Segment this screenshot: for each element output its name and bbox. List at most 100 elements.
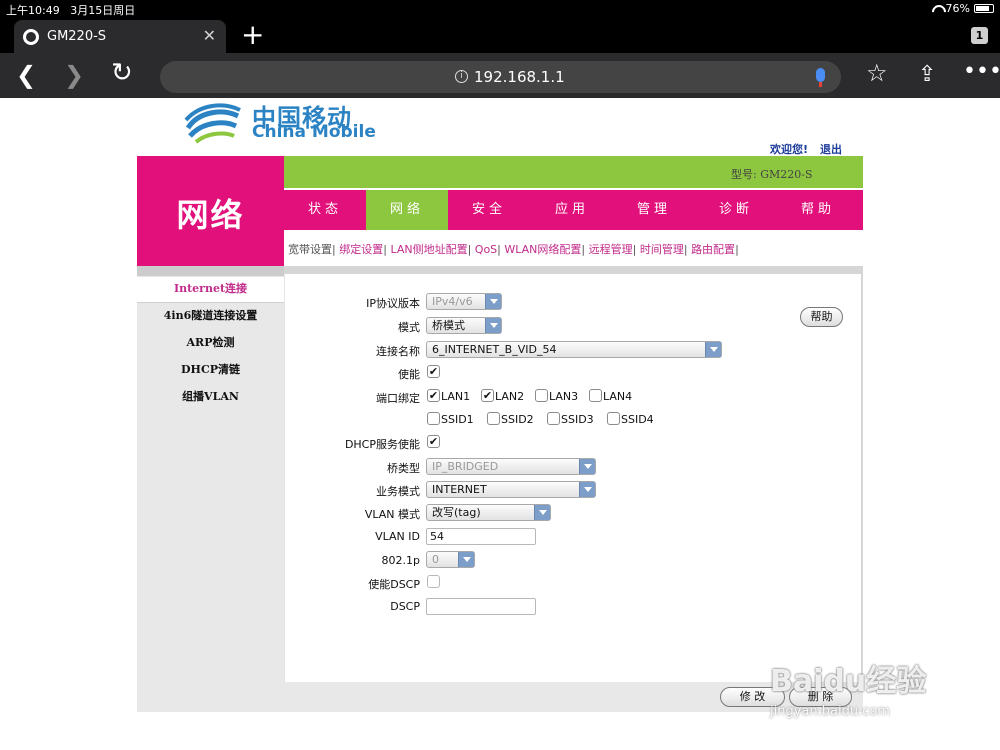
- content-panel: [284, 274, 863, 682]
- tab-count-button[interactable]: 1: [971, 27, 988, 44]
- dscp-enable-checkbox[interactable]: [427, 575, 440, 588]
- model-text: 型号: GM220-S: [731, 168, 813, 181]
- reload-icon[interactable]: ↻: [111, 58, 133, 88]
- logout-link[interactable]: 退出: [820, 141, 842, 157]
- dhcp-label: DHCP服务使能: [344, 438, 420, 451]
- ip-version-select[interactable]: IPv4/v6: [426, 293, 502, 310]
- lan4-label: LAN4: [603, 390, 633, 403]
- conn-name-select[interactable]: 6_INTERNET_B_VID_54: [426, 341, 722, 358]
- subnav-route[interactable]: 路由配置: [691, 243, 735, 256]
- ssid3-label: SSID3: [561, 413, 594, 426]
- subnav-qos[interactable]: QoS: [475, 243, 497, 256]
- subnav-wlan[interactable]: WLAN网络配置: [504, 243, 581, 256]
- browser-tab[interactable]: GM220-S ✕: [14, 20, 226, 53]
- dscp-input[interactable]: [426, 598, 536, 615]
- subnav-broadband[interactable]: 宽带设置: [288, 243, 332, 256]
- enable-checkbox[interactable]: ✔: [427, 365, 440, 378]
- share-icon[interactable]: ⇪: [918, 62, 936, 87]
- vlan-mode-select[interactable]: 改写(tag): [426, 504, 551, 521]
- back-icon[interactable]: ❮: [16, 61, 36, 89]
- enable-label: 使能: [398, 368, 420, 381]
- dscp-label: DSCP: [390, 600, 420, 613]
- nav-management[interactable]: 管理: [613, 190, 695, 230]
- ip-version-label: IP协议版本: [366, 297, 420, 310]
- nav-diagnosis[interactable]: 诊断: [695, 190, 777, 230]
- status-time: 上午10:49 3月15日周日: [6, 4, 136, 17]
- p8021-select[interactable]: 0: [426, 551, 475, 568]
- chevron-down-icon: [485, 318, 501, 333]
- ssid2-checkbox[interactable]: [487, 412, 500, 425]
- lan3-checkbox[interactable]: [535, 389, 548, 402]
- forward-icon[interactable]: ❯: [64, 61, 84, 89]
- url-text: 192.168.1.1: [474, 68, 565, 86]
- mic-icon[interactable]: [816, 68, 825, 87]
- tab-title: GM220-S: [47, 29, 107, 44]
- china-mobile-logo-icon: [184, 103, 241, 144]
- main-nav: 状态 网络 安全 应用 管理 诊断 帮助: [284, 190, 863, 230]
- nav-status[interactable]: 状态: [284, 190, 366, 230]
- divider-bar: [284, 266, 863, 274]
- sidebar-item-internet[interactable]: Internet连接: [137, 277, 284, 303]
- subnav-binding[interactable]: 绑定设置: [339, 243, 383, 256]
- ssid2-label: SSID2: [501, 413, 534, 426]
- vlan-mode-label: VLAN 模式: [364, 508, 420, 521]
- baidu-watermark: Baidu经验: [770, 664, 927, 699]
- globe-icon: [23, 29, 39, 45]
- dscp-enable-label: 使能DSCP: [368, 578, 420, 591]
- bridge-type-select[interactable]: IP_BRIDGED: [426, 458, 596, 475]
- sidebar-header: [137, 266, 284, 276]
- lan1-checkbox[interactable]: ✔: [427, 389, 440, 402]
- lan3-label: LAN3: [549, 390, 579, 403]
- sidebar-item-dhcp[interactable]: DHCP清链: [137, 358, 284, 384]
- subnav-lan-address[interactable]: LAN侧地址配置: [390, 243, 467, 256]
- ssid1-label: SSID1: [441, 413, 474, 426]
- port-bind-label: 端口绑定: [376, 392, 420, 405]
- nav-security[interactable]: 安全: [448, 190, 530, 230]
- mode-select[interactable]: 桥模式: [426, 317, 502, 334]
- browser-toolbar: ❮ ❯ ↻ i 192.168.1.1 ☆ ⇪ •••: [0, 53, 1000, 98]
- nav-network[interactable]: 网络: [366, 190, 448, 230]
- help-button[interactable]: 帮助: [800, 307, 843, 327]
- lan4-checkbox[interactable]: [589, 389, 602, 402]
- info-icon[interactable]: i: [455, 70, 468, 83]
- bookmark-star-icon[interactable]: ☆: [866, 59, 888, 87]
- mode-label: 模式: [398, 321, 420, 334]
- ssid4-label: SSID4: [621, 413, 654, 426]
- ssid4-checkbox[interactable]: [607, 412, 620, 425]
- sidebar-item-arp[interactable]: ARP检测: [137, 331, 284, 357]
- chevron-down-icon: [579, 459, 595, 474]
- vlan-id-input[interactable]: 54: [426, 528, 536, 545]
- sidebar-item-multicast-vlan[interactable]: 组播VLAN: [137, 385, 284, 411]
- address-bar[interactable]: i 192.168.1.1: [160, 61, 841, 93]
- nav-application[interactable]: 应用: [531, 190, 613, 230]
- service-mode-select[interactable]: INTERNET: [426, 481, 596, 498]
- baidu-watermark-url: jingyan.baidu.com: [770, 704, 890, 719]
- chevron-down-icon: [534, 505, 550, 520]
- welcome-text: 欢迎您!: [770, 143, 809, 156]
- service-mode-label: 业务模式: [376, 485, 420, 498]
- chevron-down-icon: [458, 552, 474, 567]
- subnav-time[interactable]: 时间管理: [640, 243, 684, 256]
- subnav-remote[interactable]: 远程管理: [589, 243, 633, 256]
- battery-percent: 76%: [945, 2, 970, 15]
- ssid1-checkbox[interactable]: [427, 412, 440, 425]
- vlan-id-label: VLAN ID: [375, 530, 420, 543]
- chevron-down-icon: [579, 482, 595, 497]
- battery-icon: [974, 4, 994, 13]
- new-tab-button[interactable]: +: [241, 20, 264, 50]
- sidebar-item-4in6[interactable]: 4in6隧道连接设置: [137, 304, 284, 330]
- sub-nav: 宽带设置| 绑定设置| LAN侧地址配置| QoS| WLAN网络配置| 远程管…: [288, 243, 739, 256]
- lan1-label: LAN1: [441, 390, 471, 403]
- status-right: 76%: [932, 2, 994, 15]
- dhcp-checkbox[interactable]: ✔: [427, 435, 440, 448]
- lan2-checkbox[interactable]: ✔: [481, 389, 494, 402]
- wifi-icon: [932, 5, 942, 13]
- section-title: 网络: [137, 156, 284, 266]
- status-bar: 上午10:49 3月15日周日 76%: [0, 0, 1000, 18]
- more-menu-icon[interactable]: •••: [963, 59, 1000, 84]
- lan2-label: LAN2: [495, 390, 525, 403]
- nav-help[interactable]: 帮助: [777, 190, 859, 230]
- ssid3-checkbox[interactable]: [547, 412, 560, 425]
- chevron-down-icon: [705, 342, 721, 357]
- close-tab-icon[interactable]: ✕: [203, 26, 216, 45]
